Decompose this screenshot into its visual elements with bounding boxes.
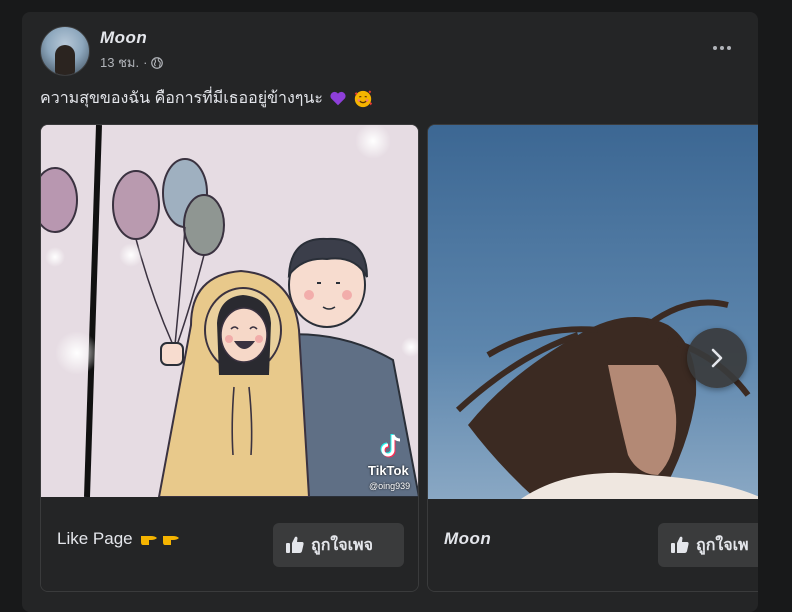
like-page-label: ถูกใจเพ	[696, 536, 749, 554]
tiktok-watermark: TikTok	[368, 463, 409, 478]
like-page-button[interactable]: ถูกใจเพ	[658, 523, 758, 567]
author-name[interactable]: Moon	[100, 28, 147, 48]
tiktok-handle: @oing939	[369, 481, 411, 491]
card-title[interactable]: Like Page	[57, 529, 181, 549]
like-page-label: ถูกใจเพจ	[311, 536, 373, 554]
card-title[interactable]: Moon	[444, 529, 491, 549]
thumbs-up-icon	[286, 536, 304, 553]
chevron-right-icon	[711, 348, 723, 368]
post-caption: ความสุขของฉัน คือการที่มีเธออยู่ข้างๆนะ	[40, 86, 373, 111]
thumbs-up-icon	[671, 536, 689, 553]
carousel-card[interactable]: TikTok @oing939 Like Page ถูกใจเพจ	[40, 124, 419, 592]
post-timestamp[interactable]: 13 ชม.	[100, 52, 139, 73]
card-footer: Moon ถูกใจเพ	[428, 499, 758, 591]
girl-photo	[428, 125, 758, 501]
caption-text: ความสุขของฉัน คือการที่มีเธออยู่ข้างๆนะ	[40, 90, 323, 107]
purple-heart-icon	[330, 91, 346, 105]
card-title-text: Like Page	[57, 529, 133, 548]
post-meta: 13 ชม. ·	[100, 52, 164, 73]
post-card: Moon 13 ชม. · ความสุขของฉัน คือการที่มีเ…	[22, 12, 758, 612]
pointing-right-icon	[140, 536, 157, 545]
smiling-face-with-hearts-icon	[354, 89, 373, 107]
meta-separator: ·	[143, 55, 148, 70]
author-avatar[interactable]	[40, 26, 90, 76]
carousel-next-button[interactable]	[687, 328, 747, 388]
couple-balloons-image[interactable]: TikTok @oing939	[41, 125, 418, 497]
couple-illustration	[41, 125, 418, 497]
girl-wind-hair-image[interactable]	[428, 125, 758, 501]
card-footer: Like Page ถูกใจเพจ	[41, 499, 418, 591]
more-options-icon[interactable]	[706, 34, 738, 62]
globe-icon[interactable]	[151, 56, 164, 69]
pointing-right-icon	[162, 536, 179, 545]
tiktok-icon	[380, 434, 401, 458]
like-page-button[interactable]: ถูกใจเพจ	[273, 523, 404, 567]
